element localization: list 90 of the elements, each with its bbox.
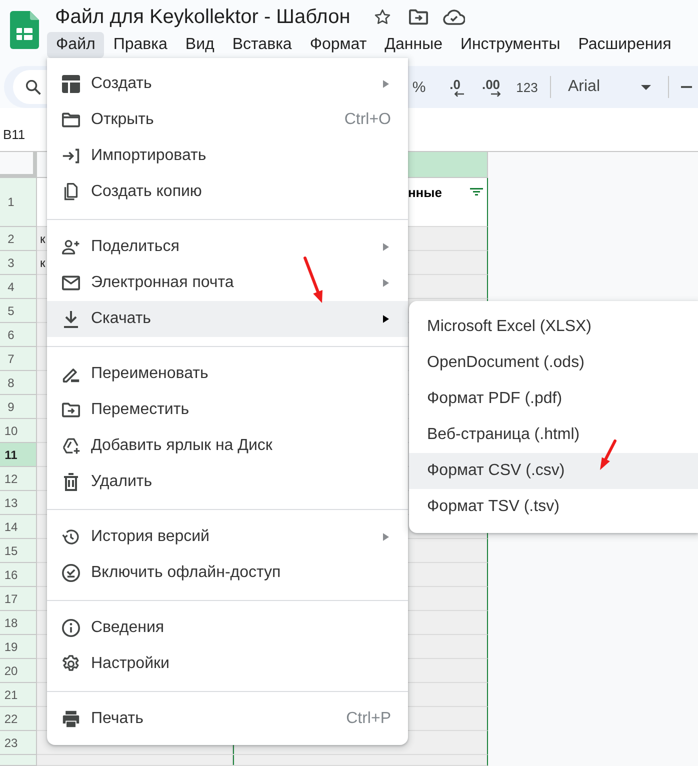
clock-arrow-icon [62,528,80,546]
trash-icon [62,473,80,491]
printer-icon [62,710,80,728]
font-dropdown[interactable]: Arial [556,71,662,103]
spreadsheet-icon[interactable] [10,11,39,49]
folder-arrow-icon [62,401,80,419]
row-header[interactable]: 13 [0,491,37,515]
search-icon [26,80,41,94]
menu-item[interactable]: Формат TSV (.tsv) [409,489,698,525]
check-circle-icon [62,564,80,582]
row-header[interactable]: 1 [0,178,37,227]
row-header[interactable]: 17 [0,587,37,611]
menu-item[interactable]: Формат CSV (.csv) [409,453,698,489]
number-format-button[interactable]: 123 [509,71,545,103]
table-icon [62,75,80,93]
menu-item[interactable]: Формат PDF (.pdf) [409,381,698,417]
row-header[interactable]: 3 [0,251,37,275]
increase-decimal-button[interactable]: .00 [473,71,509,103]
row-header[interactable]: 21 [0,683,37,707]
row-header[interactable]: 16 [0,563,37,587]
menu-item[interactable]: Печать Ctrl+P [47,701,408,737]
menu-item[interactable]: Скачать [47,301,408,337]
menu-item[interactable]: Создать копию [47,174,408,210]
row-header[interactable]: 22 [0,707,37,731]
menu-item[interactable]: Сведения [47,610,408,646]
cell-text: к [40,230,46,246]
row-header[interactable]: 18 [0,611,37,635]
menubar-item[interactable]: Вставка [223,32,301,58]
menu-item[interactable]: Веб-страница (.html) [409,417,698,453]
menu-item[interactable]: Открыть Ctrl+O [47,102,408,138]
row-header[interactable]: 15 [0,539,37,563]
settings-icon [62,655,80,673]
menu-item[interactable]: Электронная почта [47,265,408,301]
row-header[interactable]: 20 [0,659,37,683]
arrow-bracket-icon [62,147,80,165]
menubar-item[interactable]: Файл [47,32,104,58]
menu-item[interactable]: История версий [47,519,408,555]
row-header[interactable]: 11 [0,443,37,467]
filter-icon[interactable] [470,188,483,196]
shortcut-label: Ctrl+P [346,710,391,728]
menu-item[interactable]: Настройки [47,646,408,682]
row-header[interactable]: 12 [0,467,37,491]
copy-icon [62,183,80,201]
info-icon [62,619,80,637]
menu-item[interactable]: Включить офлайн-доступ [47,555,408,591]
row-header[interactable]: 7 [0,347,37,371]
annotation-arrow [600,440,616,470]
cloud-check-icon[interactable] [443,9,466,25]
row-header[interactable]: 10 [0,419,37,443]
menubar-item[interactable]: Правка [104,32,176,58]
arrow-left-icon [454,90,464,96]
caret-icon [641,84,651,90]
row-header[interactable]: 14 [0,515,37,539]
menubar-item[interactable]: Расширения [569,32,680,58]
menu-item[interactable]: Удалить [47,464,408,500]
menubar-item[interactable]: Формат [300,32,376,58]
row-header[interactable]: 4 [0,275,37,299]
download-icon [62,310,80,328]
triangle-plus-icon [62,437,80,455]
menu-item[interactable]: Переименовать [47,356,408,392]
row-header[interactable]: 23 [0,731,37,755]
folder-arrow-icon[interactable] [409,9,428,25]
row-header[interactable]: 9 [0,395,37,419]
menu-item[interactable]: Поделиться [47,229,408,265]
menu-item[interactable]: Microsoft Excel (XLSX) [409,309,698,345]
row-header[interactable]: 5 [0,299,37,323]
shortcut-label: Ctrl+O [344,111,391,129]
menu-item[interactable]: Добавить ярлык на Диск [47,428,408,464]
menubar-item[interactable]: Инструменты [451,32,570,58]
arrow-right-icon [491,90,501,96]
star-icon[interactable] [374,9,392,25]
menu-item[interactable]: OpenDocument (.ods) [409,345,698,381]
menu-item[interactable]: Импортировать [47,138,408,174]
decrease-decimal-button[interactable]: .0 [437,71,473,103]
row-header[interactable]: 2 [0,227,37,251]
person-add-icon [62,238,80,256]
menubar-item[interactable]: Данные [376,32,452,58]
folder-icon [62,111,80,129]
annotation-arrow [304,256,322,303]
row-header[interactable]: 6 [0,323,37,347]
envelope-icon [62,274,80,292]
cell-text: нные [408,185,442,201]
cell-text: к [40,254,46,270]
row-header[interactable]: 19 [0,635,37,659]
name-box[interactable]: B11 [3,127,26,142]
menu-item[interactable]: Переместить [47,392,408,428]
row-header[interactable]: 8 [0,371,37,395]
minus-icon [680,86,692,88]
document-title[interactable]: Файл для Keykollektor - Шаблон [55,4,350,30]
menubar-item[interactable]: Вид [176,32,224,58]
